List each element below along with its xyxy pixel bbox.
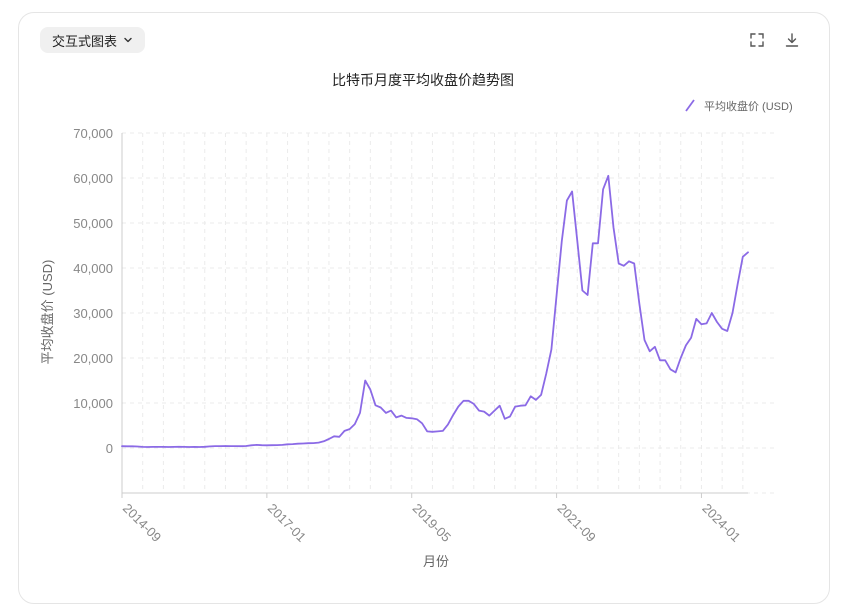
chart-card <box>18 12 830 604</box>
chart-type-dropdown[interactable]: 交互式图表 <box>40 27 146 53</box>
dropdown-label: 交互式图表 <box>52 33 118 49</box>
fullscreen-icon[interactable] <box>748 31 766 49</box>
download-icon[interactable] <box>783 31 801 49</box>
chevron-down-icon <box>123 35 133 45</box>
